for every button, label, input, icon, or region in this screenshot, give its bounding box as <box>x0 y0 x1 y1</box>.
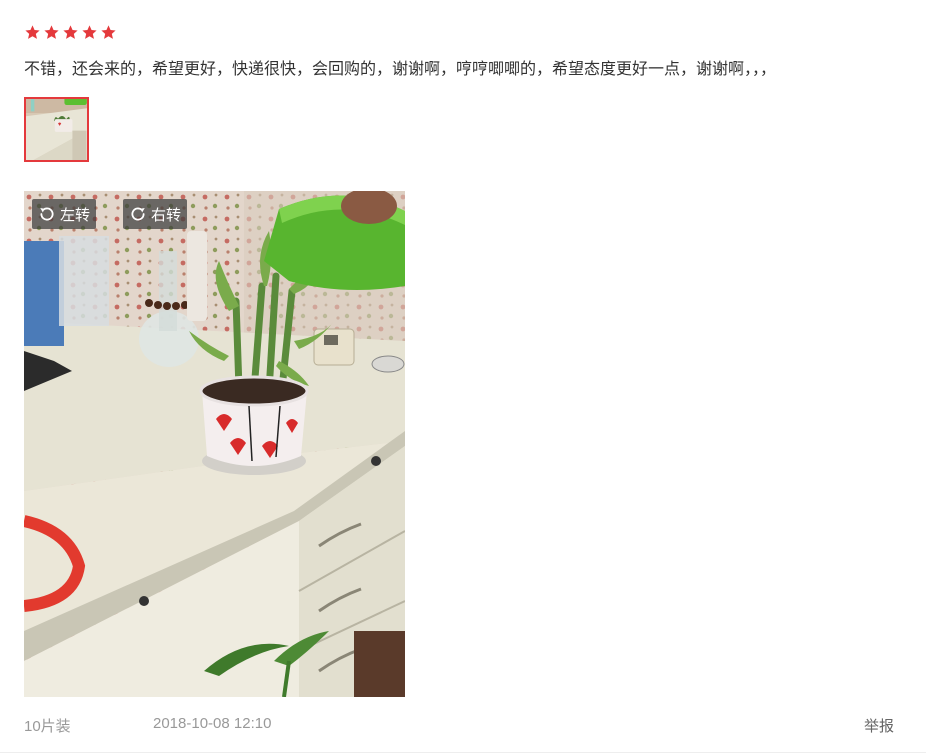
thumbnail-photo <box>26 99 87 160</box>
review-date: 2018-10-08 12:10 <box>153 715 272 732</box>
rotate-left-button[interactable]: 左转 <box>32 199 97 229</box>
review-footer: 10片装 2018-10-08 12:10 举报 <box>0 712 926 736</box>
star-icon <box>43 24 60 41</box>
product-spec: 10片装 <box>24 718 71 735</box>
rotate-left-label: 左转 <box>60 206 91 224</box>
rotate-right-icon <box>129 205 147 223</box>
divider <box>0 752 926 753</box>
star-icon <box>81 24 98 41</box>
review-photo <box>24 191 405 697</box>
review-image-thumbnail[interactable] <box>24 97 89 162</box>
image-viewer[interactable]: 左转 右转 <box>24 191 405 697</box>
star-icon <box>24 24 41 41</box>
report-link[interactable]: 举报 <box>864 715 894 736</box>
rotate-left-icon <box>38 205 56 223</box>
review-text: 不错，还会来的，希望更好，快递很快，会回购的，谢谢啊，哼哼唧唧的，希望态度更好一… <box>24 61 777 78</box>
star-rating <box>24 24 117 41</box>
rotate-right-button[interactable]: 右转 <box>123 199 188 229</box>
star-icon <box>100 24 117 41</box>
star-icon <box>62 24 79 41</box>
rotate-right-label: 右转 <box>151 206 182 224</box>
